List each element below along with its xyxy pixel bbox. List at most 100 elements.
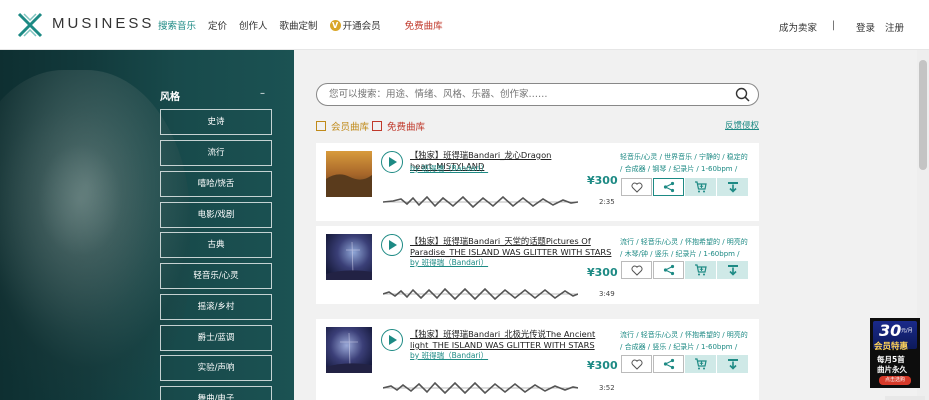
nav-pricing[interactable]: 定价 (208, 18, 227, 32)
search-box (316, 83, 759, 106)
song-artist-link[interactable]: by 班得瑞（Bandari） (410, 257, 488, 268)
album-cover[interactable] (326, 151, 372, 197)
song-card: 【独家】班得瑞Bandari_龙心Dragon heart_MISTYLAND … (316, 143, 759, 221)
search-input[interactable] (329, 84, 729, 105)
share-button[interactable] (653, 178, 684, 196)
style-item-dance[interactable]: 舞曲/电子 (160, 386, 272, 400)
song-price: ¥300 (587, 359, 618, 372)
share-icon (663, 264, 674, 276)
logo-x-icon[interactable] (16, 11, 44, 39)
share-button[interactable] (653, 355, 684, 373)
song-title-link[interactable]: 【独家】班得瑞Bandari_北极光传说The Ancient light_TH… (410, 329, 615, 351)
style-item-pop[interactable]: 流行 (160, 140, 272, 166)
nav-separator: | (832, 20, 836, 31)
song-duration: 3:52 (599, 384, 615, 392)
style-item-experimental[interactable]: 实验/声响 (160, 355, 272, 381)
download-icon (727, 359, 738, 370)
member-library-label: 会员曲库 (331, 122, 370, 133)
promo-buy-button[interactable]: 点击选购 (879, 376, 911, 385)
become-seller-link[interactable]: 成为卖家 (779, 20, 817, 34)
login-link[interactable]: 登录 (856, 20, 875, 34)
search-icon[interactable] (735, 87, 750, 102)
song-title-link[interactable]: 【独家】班得瑞Bandari_天堂的话题Pictures Of Paradise… (410, 236, 615, 258)
song-actions (621, 355, 749, 373)
style-item-classical[interactable]: 古典 (160, 232, 272, 258)
promo-unit: 元/月 (901, 328, 913, 334)
song-card: 【独家】班得瑞Bandari_天堂的话题Pictures Of Paradise… (316, 226, 759, 304)
song-duration: 2:35 (599, 198, 615, 206)
heart-icon (631, 182, 642, 193)
collapse-toggle[interactable]: – (260, 88, 265, 99)
play-button[interactable] (381, 234, 403, 256)
promo-line-4: 曲片永久 (877, 365, 907, 374)
waveform[interactable] (383, 196, 578, 208)
cart-icon (695, 264, 707, 276)
download-icon (727, 265, 738, 276)
cart-icon (695, 358, 707, 370)
style-sidebar: 风格 – 史诗 流行 嘻哈/饶舌 电影/戏剧 古典 轻音乐/心灵 摇滚/乡村 爵… (0, 50, 294, 400)
share-icon (663, 181, 674, 193)
song-actions (621, 178, 749, 196)
add-to-cart-button[interactable] (685, 261, 716, 279)
free-library-label: 免费曲库 (387, 122, 426, 133)
download-icon (727, 182, 738, 193)
promo-price: 30 (879, 321, 902, 340)
download-button[interactable] (717, 355, 748, 373)
main-nav: 搜索音乐 定价 创作人 歌曲定制 V 开通会员 免费曲库 (158, 18, 455, 32)
nav-creators[interactable]: 创作人 (239, 18, 268, 32)
style-filter-title: 风格 (160, 92, 180, 103)
favorite-button[interactable] (621, 355, 652, 373)
song-actions (621, 261, 749, 279)
song-tags[interactable]: 轻音乐/心灵 / 世界音乐 / 宁静的 / 稳定的 / 合成器 / 钢琴 / 纪… (620, 151, 750, 175)
style-item-jazz[interactable]: 爵士/蓝调 (160, 325, 272, 351)
nav-vip[interactable]: V 开通会员 (329, 18, 393, 32)
heart-icon (631, 359, 642, 370)
nav-free-library[interactable]: 免费曲库 (405, 18, 443, 32)
report-infringement-link[interactable]: 反馈侵权 (725, 119, 759, 131)
favorite-button[interactable] (621, 178, 652, 196)
heart-icon (631, 265, 642, 276)
song-price: ¥300 (587, 174, 618, 187)
waveform[interactable] (383, 288, 578, 300)
waveform[interactable] (383, 382, 578, 394)
share-button[interactable] (653, 261, 684, 279)
style-item-film[interactable]: 电影/戏剧 (160, 202, 272, 228)
song-price: ¥300 (587, 266, 618, 279)
song-card: 【独家】班得瑞Bandari_北极光传说The Ancient light_TH… (316, 319, 759, 400)
brand-name[interactable]: MUSINESS (52, 15, 154, 32)
floating-button[interactable] (885, 396, 925, 400)
song-duration: 3:49 (599, 290, 615, 298)
member-library-checkbox[interactable] (316, 121, 326, 131)
add-to-cart-button[interactable] (685, 178, 716, 196)
play-button[interactable] (381, 329, 403, 351)
top-header: MUSINESS 搜索音乐 定价 创作人 歌曲定制 V 开通会员 免费曲库 成为… (0, 0, 929, 50)
song-artist-link[interactable]: by 班得瑞（Bandari） (410, 163, 488, 174)
play-button[interactable] (381, 151, 403, 173)
share-icon (663, 358, 674, 370)
favorite-button[interactable] (621, 261, 652, 279)
nav-search-music[interactable]: 搜索音乐 (158, 18, 196, 32)
free-library-checkbox[interactable] (372, 121, 382, 131)
style-item-epic[interactable]: 史诗 (160, 109, 272, 135)
style-item-hiphop[interactable]: 嘻哈/饶舌 (160, 171, 272, 197)
song-artist-link[interactable]: by 班得瑞（Bandari） (410, 350, 488, 361)
nav-custom-song[interactable]: 歌曲定制 (280, 18, 318, 32)
vip-promo-banner[interactable]: 30 元/月 会员特惠 每月5首 曲片永久 点击选购 (870, 318, 920, 388)
add-to-cart-button[interactable] (685, 355, 716, 373)
nav-vip-label: 开通会员 (342, 21, 381, 32)
register-link[interactable]: 注册 (885, 20, 904, 34)
scrollbar-thumb[interactable] (919, 60, 927, 170)
song-tags[interactable]: 流行 / 轻音乐/心灵 / 怀抱希望的 / 明亮的 / 合成器 / 竖乐 / 纪… (620, 329, 750, 353)
filter-member-library[interactable]: 会员曲库 (316, 119, 369, 133)
cart-icon (695, 181, 707, 193)
style-item-rock[interactable]: 摇滚/乡村 (160, 294, 272, 320)
album-cover[interactable] (326, 234, 372, 280)
filter-free-library[interactable]: 免费曲库 (372, 119, 425, 133)
style-item-light[interactable]: 轻音乐/心灵 (160, 263, 272, 289)
download-button[interactable] (717, 178, 748, 196)
promo-title: 会员特惠 (874, 342, 909, 352)
download-button[interactable] (717, 261, 748, 279)
vip-icon: V (329, 19, 341, 31)
album-cover[interactable] (326, 327, 372, 373)
song-tags[interactable]: 流行 / 轻音乐/心灵 / 怀抱希望的 / 明亮的 / 木琴/钟 / 竖乐 / … (620, 236, 750, 260)
